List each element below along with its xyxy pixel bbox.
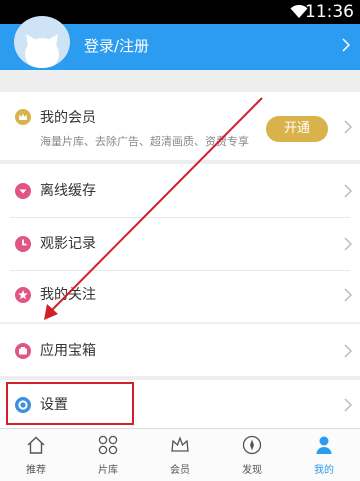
menu-item-history[interactable]: 观影记录 xyxy=(0,217,360,271)
menu-label: 我的关注 xyxy=(40,287,96,303)
tab-label: 我的 xyxy=(314,465,334,476)
tab-mine[interactable]: 我的 xyxy=(288,429,360,481)
grid-icon xyxy=(98,435,118,455)
clock-time: 11:36 xyxy=(305,2,354,22)
person-icon xyxy=(316,436,332,454)
chevron-right-icon xyxy=(344,120,352,134)
star-icon xyxy=(15,287,31,303)
profile-header[interactable]: 登录/注册 xyxy=(0,16,360,70)
membership-title: 我的会员 xyxy=(40,110,96,126)
tab-membership[interactable]: 会员 xyxy=(144,429,216,481)
chevron-right-icon xyxy=(344,344,352,358)
menu-label: 观影记录 xyxy=(40,236,96,252)
menu-group-2: 应用宝箱 xyxy=(0,324,360,376)
chevron-right-icon xyxy=(344,288,352,302)
chevron-right-icon xyxy=(342,38,350,52)
tab-label: 发现 xyxy=(242,465,262,476)
bottom-tab-bar: 推荐 片库 会员 发现 我的 xyxy=(0,428,360,481)
tab-label: 推荐 xyxy=(26,465,46,476)
menu-label: 应用宝箱 xyxy=(40,343,96,359)
settings-highlight-box xyxy=(6,382,134,425)
tab-label: 会员 xyxy=(170,465,190,476)
menu-item-follows[interactable]: 我的关注 xyxy=(0,268,360,322)
crown-icon xyxy=(171,436,189,452)
menu-item-app-box[interactable]: 应用宝箱 xyxy=(0,324,360,378)
menu-item-offline-cache[interactable]: 离线缓存 xyxy=(0,164,360,218)
tab-discover[interactable]: 发现 xyxy=(216,429,288,481)
membership-subtitle: 海量片库、去除广告、超清画质、资费专享 xyxy=(40,135,249,148)
clock-icon xyxy=(15,236,31,252)
chevron-right-icon xyxy=(344,184,352,198)
tab-recommend[interactable]: 推荐 xyxy=(0,429,72,481)
home-icon xyxy=(27,436,45,454)
tab-library[interactable]: 片库 xyxy=(72,429,144,481)
menu-label: 离线缓存 xyxy=(40,183,96,199)
compass-icon xyxy=(242,435,262,455)
chevron-right-icon xyxy=(344,398,352,412)
chevron-right-icon xyxy=(344,237,352,251)
avatar-icon[interactable] xyxy=(14,16,70,68)
tab-label: 片库 xyxy=(98,465,118,476)
menu-group-1: 离线缓存 观影记录 我的关注 xyxy=(0,164,360,322)
open-membership-button[interactable]: 开通 xyxy=(266,116,328,142)
crown-icon xyxy=(15,109,31,125)
download-icon xyxy=(15,183,31,199)
box-icon xyxy=(15,343,31,359)
login-register-link[interactable]: 登录/注册 xyxy=(84,36,149,56)
